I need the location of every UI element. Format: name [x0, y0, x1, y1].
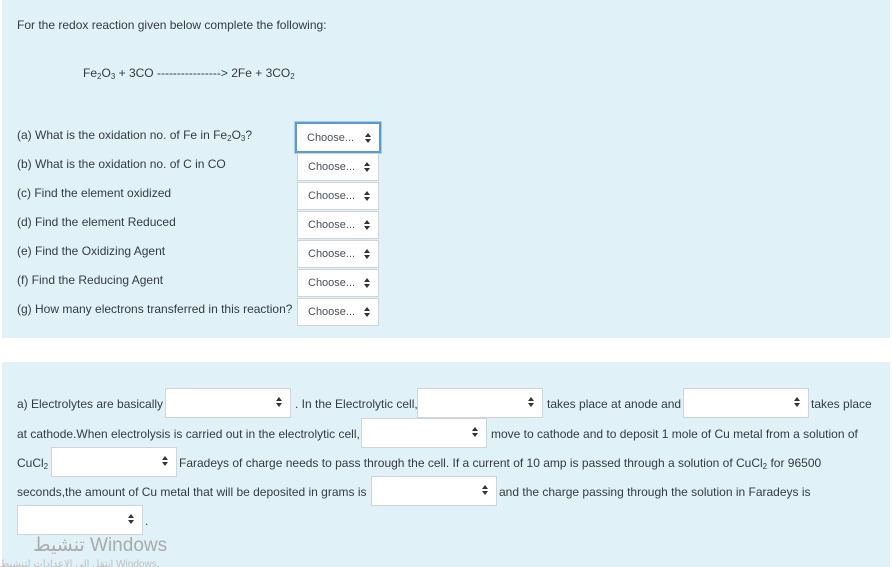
electrolysis-text-4: takes place — [811, 397, 872, 411]
chevron-updown-icon — [528, 397, 534, 408]
select-cu-mass[interactable] — [371, 476, 497, 506]
windows-activation-watermark: تنشيط Windows — [33, 535, 168, 556]
select-question-g[interactable]: Choose... — [297, 298, 379, 326]
select-cathode-process[interactable] — [683, 388, 809, 418]
windows-activation-subtext: انتقل إلى الإعدادات لتنشيط Windows. — [0, 559, 160, 567]
chevron-updown-icon — [472, 427, 478, 438]
chevron-updown-icon — [162, 456, 168, 467]
electrolysis-text-11: . — [145, 514, 149, 528]
chevron-updown-icon — [482, 485, 488, 496]
electrolysis-text-2: . In the Electrolytic cell, — [295, 397, 418, 411]
electrolysis-text-8: Faradeys of charge needs to pass through… — [179, 456, 822, 471]
question-a-label: (a) What is the oxidation no. of Fe in F… — [17, 128, 253, 143]
select-question-e[interactable]: Choose... — [297, 240, 379, 268]
question-d-label: (d) Find the element Reduced — [17, 215, 176, 229]
select-question-a[interactable]: Choose... — [295, 122, 381, 153]
electrolysis-text-3: takes place at anode and — [547, 397, 682, 411]
question-f-label: (f) Find the Reducing Agent — [17, 273, 164, 287]
question-panel-redox: For the redox reaction given below compl… — [2, 0, 890, 338]
select-question-b[interactable]: Choose... — [297, 153, 379, 181]
chevron-updown-icon — [364, 278, 370, 289]
chevron-updown-icon — [364, 162, 370, 173]
chevron-updown-icon — [364, 249, 370, 260]
question-b-label: (b) What is the oxidation no. of C in CO — [17, 157, 226, 171]
select-faradays-needed[interactable] — [51, 447, 177, 477]
electrolysis-text-6: move to cathode and to deposit 1 mole of… — [491, 427, 858, 441]
electrolysis-text-10: and the charge passing through the solut… — [499, 485, 811, 499]
select-ions-move[interactable] — [361, 418, 487, 448]
chevron-updown-icon — [364, 220, 370, 231]
electrolysis-text-9: seconds,the amount of Cu metal that will… — [17, 485, 367, 499]
question-g-label: (g) How many electrons transferred in th… — [17, 302, 293, 316]
chevron-updown-icon — [794, 397, 800, 408]
reaction-equation: Fe2O3 + 3CO ----------------> 2Fe + 3CO2 — [83, 66, 295, 81]
question-intro: For the redox reaction given below compl… — [17, 18, 327, 32]
electrolysis-text-5: at cathode.When electrolysis is carried … — [17, 427, 360, 441]
question-c-label: (c) Find the element oxidized — [17, 186, 172, 200]
select-question-c[interactable]: Choose... — [297, 182, 379, 210]
chevron-updown-icon — [365, 133, 371, 144]
select-question-f[interactable]: Choose... — [297, 269, 379, 297]
chevron-updown-icon — [128, 514, 134, 525]
chevron-updown-icon — [276, 397, 282, 408]
question-e-label: (e) Find the Oxidizing Agent — [17, 244, 166, 258]
electrolysis-text-1: a) Electrolytes are basically — [17, 397, 164, 411]
chevron-updown-icon — [364, 307, 370, 318]
select-charge-faradays[interactable] — [17, 505, 143, 535]
select-electrolytes-are[interactable] — [165, 388, 291, 418]
chevron-updown-icon — [364, 191, 370, 202]
select-anode-process[interactable] — [417, 388, 543, 418]
electrolysis-text-7: CuCl2 — [17, 456, 49, 471]
select-question-d[interactable]: Choose... — [297, 211, 379, 239]
